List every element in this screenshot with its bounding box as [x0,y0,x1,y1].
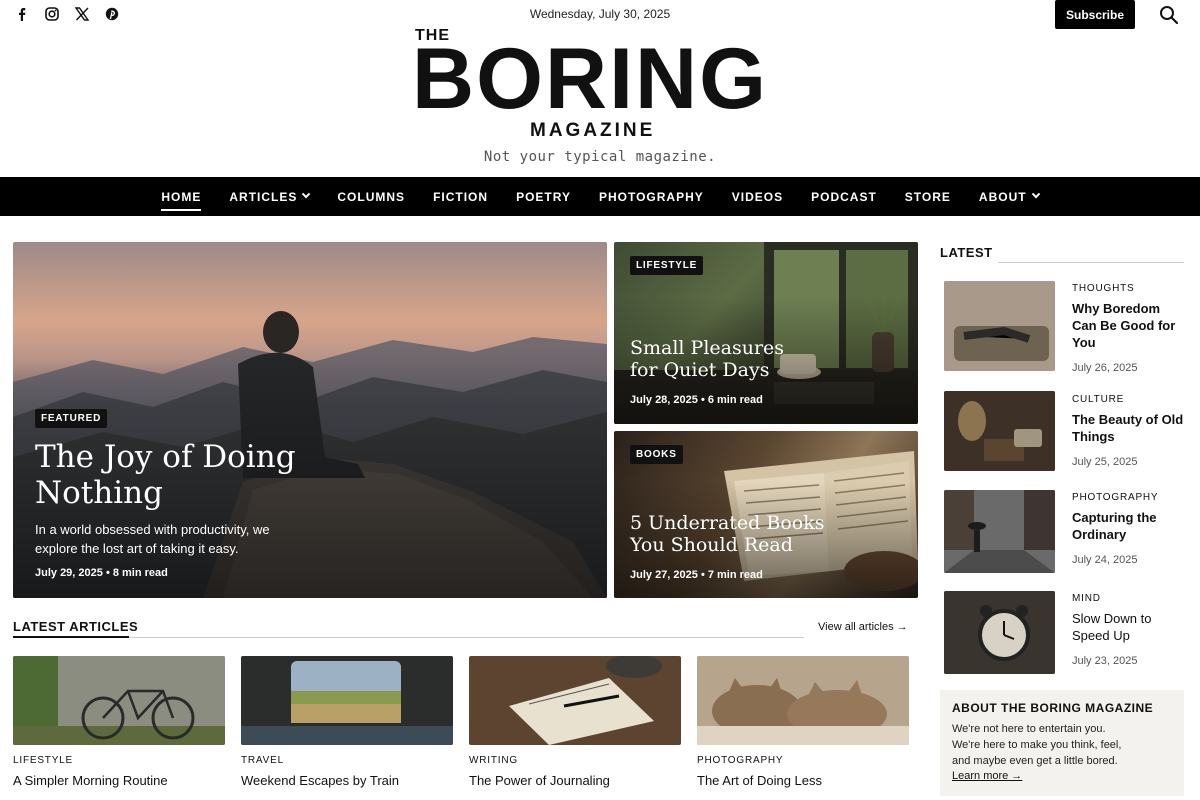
about-title: ABOUT THE BORING MAGAZINE [952,701,1154,715]
nav-item-about[interactable]: ABOUT [978,177,1040,216]
nav-label: FICTION [433,189,489,204]
featured-title-line: The Joy of Doing [35,439,296,475]
article-title[interactable]: 5 Underrated Books You Should Read [630,512,825,557]
article-card-underrated-books[interactable]: BOOKS 5 Underrated Books You Should Read… [614,431,918,598]
about-box: ABOUT THE BORING MAGAZINE We're not here… [940,690,1184,796]
street-image [944,490,1055,573]
nav-label: COLUMNS [337,189,406,204]
clock-image [944,591,1055,674]
sidebar-thumbnail[interactable] [944,591,1055,674]
article-title-line: for Quiet Days [630,358,770,381]
article-thumbnail[interactable] [241,656,453,745]
logo-wordmark: BORING [412,31,768,127]
nav-label: VIDEOS [731,189,784,204]
section-underline [13,636,129,638]
logo-magazine: MAGAZINE [530,120,656,141]
site-logo[interactable]: THE BORING MAGAZINE [0,22,1200,147]
about-text: We're not here to entertain you. We're h… [952,722,1172,770]
about-text-line: We're not here to entertain you. [952,723,1106,735]
featured-description: In a world obsessed with productivity, w… [35,521,270,559]
sidebar-item-date: July 25, 2025 [1072,456,1138,468]
nav-label: PODCAST [811,189,877,204]
featured-article-card[interactable]: FEATURED The Joy of Doing Nothing In a w… [13,242,607,598]
site-tagline: Not your typical magazine. [483,149,717,165]
nav-label: POETRY [516,189,571,204]
article-title[interactable]: Small Pleasures for Quiet Days [630,337,785,382]
article-thumbnail[interactable] [13,656,225,745]
article-title[interactable]: The Power of Journaling [469,773,610,788]
current-date: Wednesday, July 30, 2025 [529,7,671,21]
article-category[interactable]: TRAVEL [241,755,284,766]
nav-item-podcast[interactable]: PODCAST [811,177,877,216]
chevron-down-icon [302,189,311,198]
sofa-image [944,281,1055,371]
article-title[interactable]: A Simpler Morning Routine [13,773,168,788]
journal-image [509,656,662,745]
featured-title-line: Nothing [35,474,163,511]
sidebar-rule [998,262,1184,263]
old-things-image [944,391,1055,471]
nav-item-poetry[interactable]: POETRY [516,177,571,216]
sidebar-thumbnail[interactable] [944,281,1055,371]
category-badge[interactable]: FEATURED [35,409,108,428]
nav-label: ABOUT [978,189,1027,204]
nav-item-home[interactable]: HOME [161,177,202,216]
sidebar-item-category[interactable]: CULTURE [1072,394,1124,405]
chevron-down-icon [1031,189,1040,198]
nav-label: PHOTOGRAPHY [598,189,704,204]
article-thumbnail[interactable] [697,656,909,745]
article-meta: July 28, 2025 • 6 min read [630,394,763,406]
featured-description-line: In a world obsessed with productivity, w… [35,522,270,537]
nav-item-store[interactable]: STORE [905,177,951,216]
category-badge[interactable]: LIFESTYLE [630,256,704,275]
featured-title[interactable]: The Joy of Doing Nothing [35,439,296,511]
article-title-line: Small Pleasures [630,337,785,359]
sidebar-item-category[interactable]: THOUGHTS [1072,283,1135,294]
sidebar-thumbnail[interactable] [944,391,1055,471]
cats-image [697,656,909,745]
sidebar-item-title[interactable]: Slow Down to Speed Up [1072,611,1184,645]
sidebar-thumbnail[interactable] [944,490,1055,573]
nav-item-columns[interactable]: COLUMNS [337,177,405,216]
article-title-line: 5 Underrated Books [630,512,825,534]
about-text-line: and maybe even get a little bored. [952,754,1118,767]
sidebar-item-date: July 26, 2025 [1072,362,1138,374]
article-title[interactable]: Weekend Escapes by Train [241,773,399,788]
article-category[interactable]: WRITING [469,755,518,766]
article-card-small-pleasures[interactable]: LIFESTYLE Small Pleasures for Quiet Days… [614,242,918,424]
sidebar-item-title[interactable]: Why Boredom Can Be Good for You [1072,301,1184,352]
train-window-image [241,661,453,745]
learn-more-link[interactable]: Learn more → [952,770,1022,782]
sidebar-item-date: July 23, 2025 [1072,655,1138,667]
nav-item-photography[interactable]: PHOTOGRAPHY [599,177,704,216]
sidebar-item-title[interactable]: The Beauty of Old Things [1072,412,1184,446]
nav-item-articles[interactable]: ARTICLES [229,177,311,216]
article-category[interactable]: PHOTOGRAPHY [697,755,783,766]
main-nav: HOME ARTICLES COLUMNS FICTION POETRY PHO… [0,177,1200,216]
nav-label: STORE [904,189,951,204]
sidebar-item-date: July 24, 2025 [1072,554,1138,566]
sidebar-item-category[interactable]: MIND [1072,593,1101,604]
featured-meta: July 29, 2025 • 8 min read [35,567,168,579]
bicycle-image [13,656,225,745]
article-title-line: You Should Read [630,533,793,556]
sidebar-item-title[interactable]: Capturing the Ordinary [1072,510,1184,544]
nav-item-fiction[interactable]: FICTION [433,177,488,216]
article-meta: July 27, 2025 • 7 min read [630,569,763,581]
category-badge[interactable]: BOOKS [630,445,683,464]
nav-label: ARTICLES [229,189,298,204]
article-thumbnail[interactable] [469,656,681,745]
article-category[interactable]: LIFESTYLE [13,755,73,766]
nav-label: HOME [161,189,202,204]
featured-description-line: explore the lost art of taking it easy. [35,540,239,556]
section-heading: LATEST ARTICLES [13,619,139,634]
article-title[interactable]: The Art of Doing Less [697,773,822,788]
view-all-articles-link[interactable]: View all articles → [818,621,908,633]
about-text-line: We're here to make you think, feel, [952,738,1122,751]
section-rule [129,637,804,638]
sidebar-heading: LATEST [940,245,993,260]
nav-item-videos[interactable]: VIDEOS [732,177,783,216]
sidebar-item-category[interactable]: PHOTOGRAPHY [1072,492,1158,503]
